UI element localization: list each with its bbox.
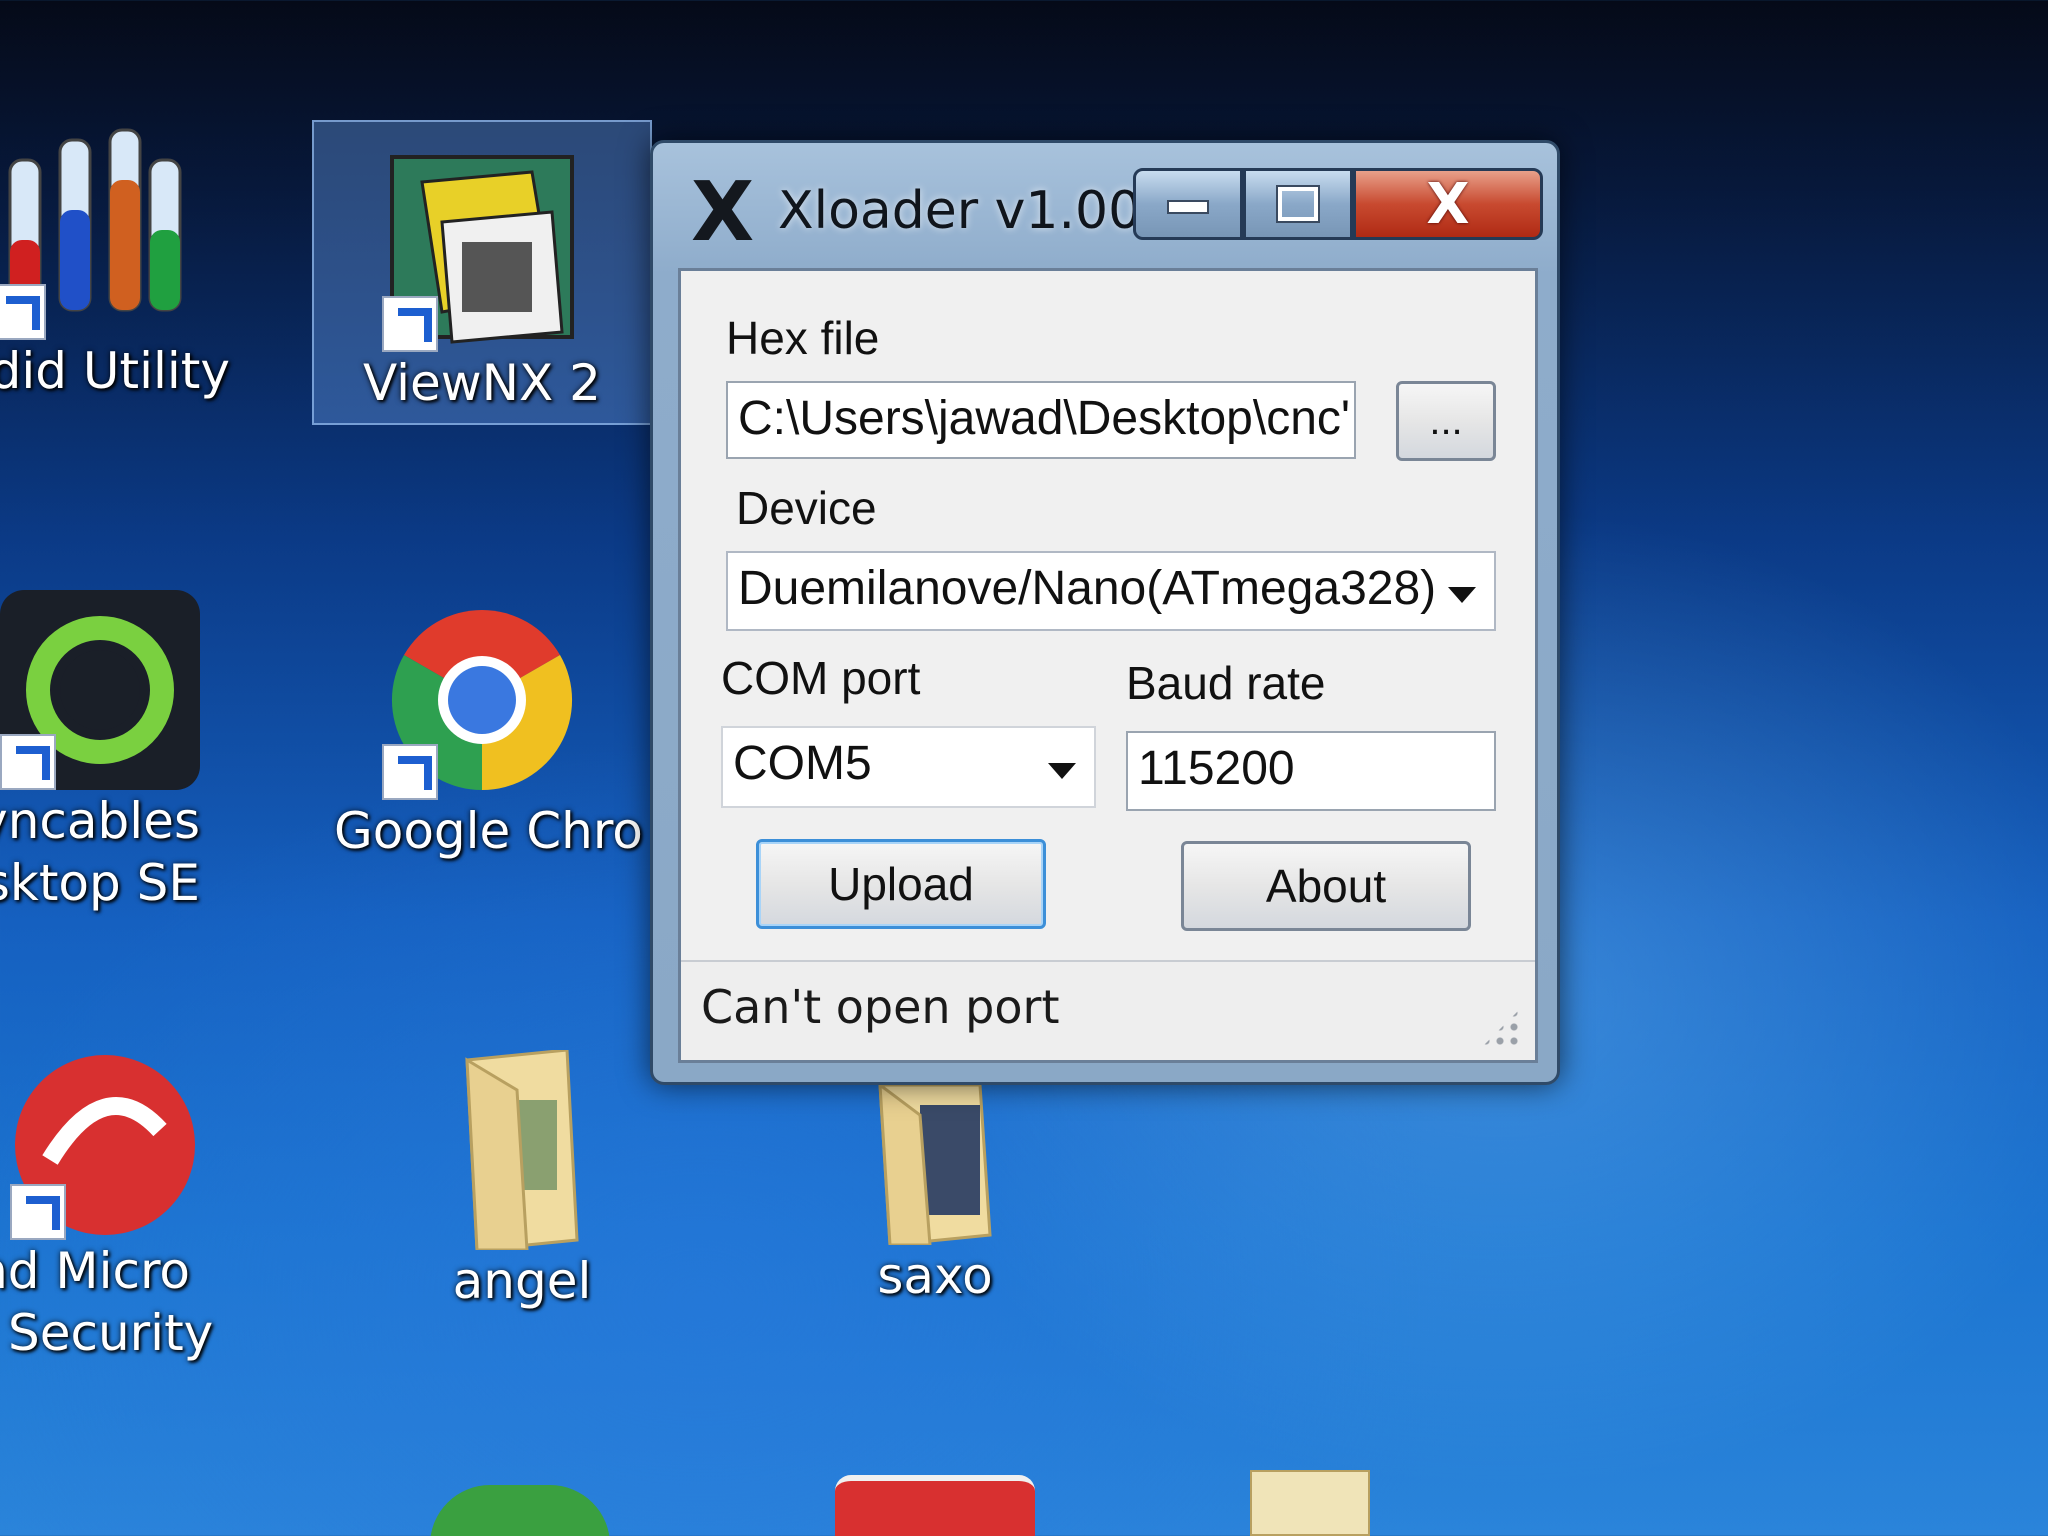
minimize-icon xyxy=(1167,200,1209,214)
trend-micro-icon xyxy=(10,1050,200,1240)
desktop-icon-label: yncables xyxy=(0,792,200,850)
desktop-icon-label: ndid Utility xyxy=(0,342,230,400)
browse-button[interactable]: ... xyxy=(1396,381,1496,461)
partial-calendar-icon xyxy=(835,1475,1035,1536)
desktop-icon-viewnx[interactable]: ViewNX 2 xyxy=(312,120,652,425)
device-label: Device xyxy=(736,482,877,534)
desktop-icon-saxo[interactable]: saxo xyxy=(785,1081,1085,1307)
maximize-button[interactable] xyxy=(1243,168,1353,240)
desktop-icon-trend-micro[interactable]: end Micro net Security xyxy=(0,1050,214,1364)
shortcut-arrow-icon xyxy=(0,284,46,340)
desktop-icon-label: end Micro xyxy=(0,1242,190,1300)
folder-icon xyxy=(860,1081,1010,1247)
hex-file-label: Hex file xyxy=(726,312,880,364)
shortcut-arrow-icon xyxy=(10,1184,66,1240)
desktop-icon-label: ViewNX 2 xyxy=(362,354,601,412)
shortcut-arrow-icon xyxy=(382,296,438,352)
status-text: Can't open port xyxy=(701,980,1060,1034)
xloader-window: X Xloader v1.00 X Hex file C:\Users\jawa… xyxy=(650,140,1560,1085)
desktop-icon-candid-utility[interactable]: ndid Utility xyxy=(0,120,240,402)
chevron-down-icon xyxy=(1448,587,1476,603)
baud-rate-label: Baud rate xyxy=(1126,657,1326,709)
partial-green-icon xyxy=(430,1485,610,1536)
window-titlebar[interactable]: X Xloader v1.00 X xyxy=(653,143,1557,263)
chevron-down-icon xyxy=(1048,763,1076,779)
sync-icon xyxy=(0,590,200,790)
com-port-selected-value: COM5 xyxy=(733,737,872,790)
com-port-select[interactable]: COM5 xyxy=(721,726,1096,808)
chrome-icon xyxy=(382,600,582,800)
window-title: Xloader v1.00 xyxy=(778,181,1142,241)
close-button[interactable]: X xyxy=(1353,168,1543,240)
desktop-icon-angel[interactable]: angel xyxy=(372,1048,672,1312)
about-button[interactable]: About xyxy=(1181,841,1471,931)
desktop-icon-label: esktop SE xyxy=(0,854,200,912)
window-client-area: Hex file C:\Users\jawad\Desktop\cnc' ...… xyxy=(678,268,1538,1063)
minimize-button[interactable] xyxy=(1133,168,1243,240)
test-tubes-icon xyxy=(0,120,190,340)
folder-icon xyxy=(447,1048,597,1252)
viewnx-icon xyxy=(382,142,582,352)
desktop-icon-label: saxo xyxy=(877,1247,993,1305)
upload-button[interactable]: Upload xyxy=(756,839,1046,929)
device-select[interactable]: Duemilanove/Nano(ATmega328) xyxy=(726,551,1496,631)
desktop-icon-label: net Security xyxy=(0,1304,214,1362)
desktop-icon-google-chrome[interactable]: Google Chro xyxy=(332,600,643,862)
close-icon: X xyxy=(1426,171,1470,237)
shortcut-arrow-icon xyxy=(382,744,438,800)
shortcut-arrow-icon xyxy=(0,734,56,790)
maximize-icon xyxy=(1276,185,1320,223)
desktop-icon-label: angel xyxy=(452,1252,592,1310)
baud-rate-input[interactable]: 115200 xyxy=(1126,731,1496,811)
desktop-icon-syncables[interactable]: yncables esktop SE xyxy=(0,590,200,914)
desktop-icon-label: Google Chro xyxy=(334,802,643,860)
device-selected-value: Duemilanove/Nano(ATmega328) xyxy=(738,562,1437,615)
partial-folder-icon xyxy=(1250,1470,1370,1536)
resize-grip-icon[interactable] xyxy=(1479,1006,1523,1050)
status-bar: Can't open port xyxy=(681,960,1535,1060)
xloader-logo-icon: X xyxy=(691,165,755,260)
com-port-label: COM port xyxy=(721,652,921,704)
hex-file-input[interactable]: C:\Users\jawad\Desktop\cnc' xyxy=(726,381,1356,459)
